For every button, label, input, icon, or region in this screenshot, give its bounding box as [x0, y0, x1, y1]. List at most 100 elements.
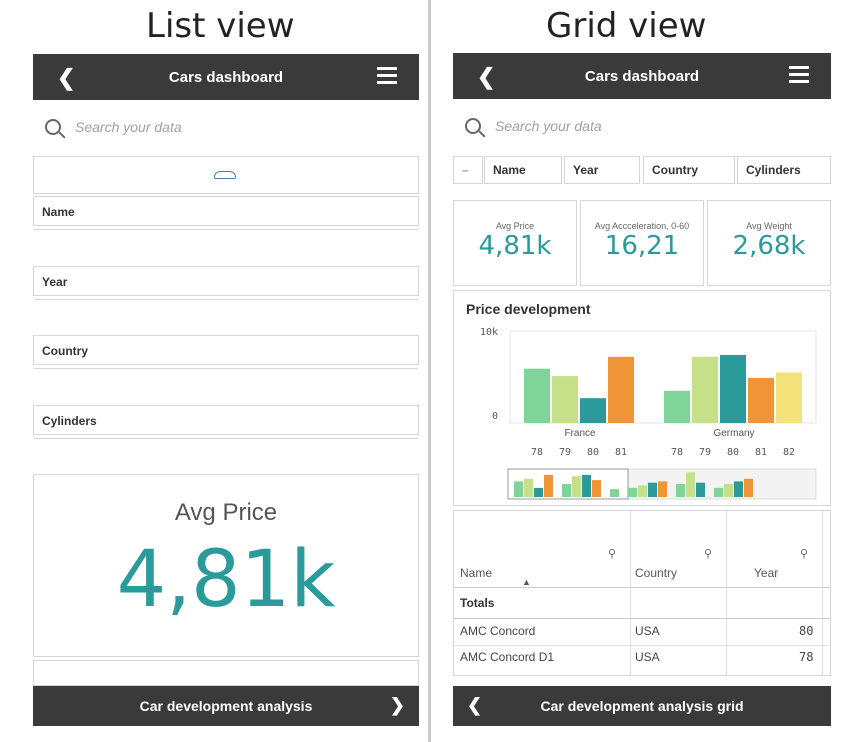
x-tick-label: 79: [559, 447, 571, 458]
bottom-title: Car development analysis: [139, 698, 313, 714]
logo-icon: [214, 171, 236, 179]
mini-bar: [534, 487, 543, 497]
mini-bar: [628, 487, 637, 497]
x-tick-label: 82: [783, 447, 795, 458]
filter-cylinders[interactable]: Cylinders: [33, 405, 419, 439]
kpi-card[interactable]: Avg Price 4,81k: [33, 474, 419, 657]
divider: [428, 0, 431, 742]
col-divider: [630, 511, 631, 675]
bar: [552, 376, 578, 423]
x-tick-label: 81: [755, 447, 767, 458]
data-table[interactable]: ⚲ ⚲ ⚲ Name ▲ Country Year Totals AMC Con…: [453, 510, 831, 676]
header-name[interactable]: Name: [460, 566, 492, 580]
cell-country[interactable]: USA: [635, 624, 660, 638]
filter-name[interactable]: Name: [484, 156, 562, 184]
filter-cylinders[interactable]: Cylinders: [737, 156, 831, 184]
sort-ascending-icon: ▲: [522, 577, 531, 587]
cell-country[interactable]: USA: [635, 650, 660, 664]
list-top-bar: ❮ Cars dashboard: [33, 54, 419, 100]
cell-name[interactable]: AMC Concord D1: [460, 650, 554, 664]
header-country[interactable]: Country: [635, 566, 677, 580]
y-tick-label: 0: [492, 411, 498, 422]
x-tick-label: 78: [671, 447, 683, 458]
grid-top-bar: ❮ Cars dashboard: [453, 53, 831, 99]
filter-year[interactable]: Year: [564, 156, 640, 184]
filter-name[interactable]: Name: [33, 196, 419, 230]
mini-bar: [572, 476, 581, 497]
kpi-avg-acceleration[interactable]: Avg Accceleration, 0-60 16,21: [580, 200, 704, 286]
kpi-avg-price[interactable]: Avg Price 4,81k: [453, 200, 577, 286]
bar: [748, 377, 774, 423]
mini-bar: [592, 480, 601, 497]
search-bar[interactable]: Search your data: [453, 103, 831, 149]
list-view-heading: List view: [146, 6, 295, 46]
search-bar[interactable]: Search your data: [33, 104, 419, 150]
mini-bar: [648, 482, 657, 497]
grid-view-panel: Grid view ❮ Cars dashboard Search your d…: [436, 0, 840, 742]
bar: [580, 398, 606, 423]
back-icon[interactable]: ❮: [467, 695, 482, 716]
filter-toggle[interactable]: –: [453, 156, 483, 184]
search-icon: [45, 119, 61, 135]
app-title: Cars dashboard: [584, 67, 700, 85]
mini-bar: [524, 478, 533, 497]
next-card: [33, 660, 419, 686]
search-placeholder: Search your data: [75, 119, 182, 135]
col-divider: [726, 511, 727, 675]
mini-bar: [514, 481, 523, 497]
kpi-value: 4,81k: [116, 535, 336, 625]
grid-view-heading: Grid view: [546, 6, 707, 46]
row-divider: [454, 618, 830, 619]
logo-strip: [33, 156, 419, 194]
app-title: Cars dashboard: [168, 68, 284, 86]
next-icon[interactable]: ❯: [390, 695, 405, 716]
group-label: Germany: [713, 428, 754, 439]
totals-label: Totals: [460, 596, 495, 610]
mini-bar: [544, 474, 553, 497]
row-divider: [454, 587, 830, 588]
search-icon[interactable]: ⚲: [608, 547, 616, 560]
menu-icon[interactable]: [377, 67, 397, 85]
filter-year[interactable]: Year: [33, 266, 419, 300]
mini-bar: [562, 484, 571, 497]
price-chart-card[interactable]: Price development 10k 0 78 79 80 81 France 78 79…: [453, 290, 831, 506]
grid-bottom-bar[interactable]: ❮ Car development analysis grid: [453, 686, 831, 726]
mini-bar: [638, 485, 647, 497]
mini-bar: [686, 472, 695, 497]
mini-bar: [696, 482, 705, 497]
search-icon: [465, 118, 481, 134]
mini-bar: [724, 484, 733, 497]
kpi-label: Avg Price: [174, 499, 278, 526]
x-tick-label: 78: [531, 447, 543, 458]
mini-bar: [744, 478, 753, 497]
kpi-avg-weight[interactable]: Avg Weight 2,68k: [707, 200, 831, 286]
mini-bar: [734, 481, 743, 497]
cell-year[interactable]: 78: [799, 650, 813, 664]
mini-bar: [610, 489, 619, 497]
filter-country[interactable]: Country: [33, 335, 419, 369]
group-label: France: [564, 428, 596, 439]
search-placeholder: Search your data: [495, 118, 602, 134]
menu-icon[interactable]: [789, 66, 809, 84]
search-icon[interactable]: ⚲: [704, 547, 712, 560]
x-tick-label: 81: [615, 447, 627, 458]
bar: [608, 356, 634, 423]
list-view-panel: List view ❮ Cars dashboard Search your d…: [8, 0, 426, 742]
filter-country[interactable]: Country: [643, 156, 735, 184]
price-chart: 10k 0 78 79 80 81 France 78 79 80 81 82 Germany: [480, 327, 817, 500]
bar: [776, 372, 802, 423]
header-year[interactable]: Year: [754, 566, 778, 580]
bar: [664, 390, 690, 423]
mini-bar: [582, 474, 591, 497]
bar: [524, 368, 550, 423]
back-icon[interactable]: ❮: [477, 64, 495, 90]
x-tick-label: 80: [727, 447, 739, 458]
cell-name[interactable]: AMC Concord: [460, 624, 535, 638]
mini-bar: [714, 487, 723, 497]
col-divider: [822, 511, 823, 675]
search-icon[interactable]: ⚲: [800, 547, 808, 560]
list-bottom-bar[interactable]: Car development analysis ❯: [33, 686, 419, 726]
mini-bar: [676, 484, 685, 497]
cell-year[interactable]: 80: [799, 624, 813, 638]
back-icon[interactable]: ❮: [57, 65, 75, 91]
